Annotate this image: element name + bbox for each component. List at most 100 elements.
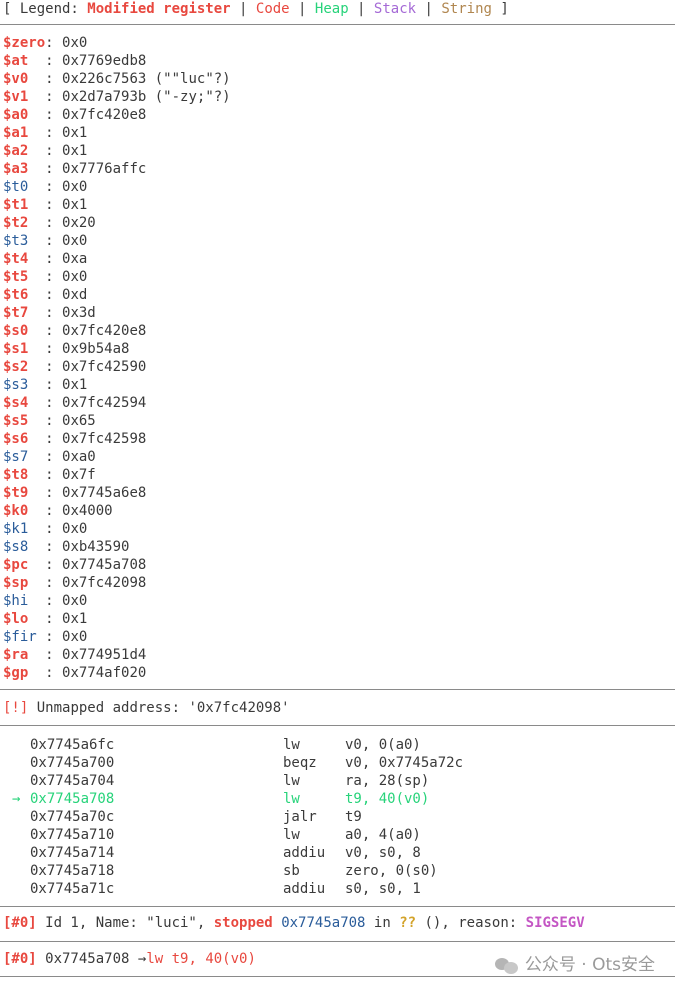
register-name: $a2: [3, 143, 29, 159]
instruction-opcode: lw: [283, 791, 300, 807]
register-value: 0x226c7563: [62, 71, 147, 87]
instruction-row: 0x7745a71c addiu s0, s0, 1: [0, 880, 675, 898]
instruction-row: 0x7745a700 beqz v0, 0x7745a72c: [0, 754, 675, 772]
instruction-row: 0x7745a710 lw a0, 4(a0): [0, 826, 675, 844]
register-row: $t6 : 0xd: [0, 286, 675, 304]
register-pad: [28, 269, 45, 285]
register-row: $s5 : 0x65: [0, 412, 675, 430]
register-pad: [28, 233, 45, 249]
register-name: $t3: [3, 233, 29, 249]
register-row: $a0 : 0x7fc420e8: [0, 106, 675, 124]
register-colon: :: [45, 197, 63, 213]
legend-suffix: ]: [491, 1, 509, 17]
thread-reason: SIGSEGV: [525, 915, 585, 931]
register-value: 0x7fc42598: [62, 431, 147, 447]
trace-address: 0x7745a708: [36, 951, 138, 967]
register-value: 0x1: [62, 125, 88, 141]
instruction-address: 0x7745a70c: [30, 809, 115, 825]
instruction-opcode: jalr: [283, 809, 317, 825]
register-value: 0x20: [62, 215, 96, 231]
register-name: $s6: [3, 431, 29, 447]
register-colon: :: [45, 215, 63, 231]
register-row: $fir : 0x0: [0, 628, 675, 646]
thread-space: [273, 915, 281, 931]
warning-text: Unmapped address: '0x7fc42098': [28, 700, 290, 716]
register-row: $t9 : 0x7745a6e8: [0, 484, 675, 502]
register-row: $t3 : 0x0: [0, 232, 675, 250]
register-colon: :: [45, 269, 63, 285]
register-pad: [28, 125, 45, 141]
instruction-operands: ra, 28(sp): [345, 773, 430, 789]
instruction-opcode: lw: [283, 737, 300, 753]
register-value: 0x1: [62, 143, 88, 159]
register-pad: [28, 143, 45, 159]
instruction-address: 0x7745a708: [30, 791, 115, 807]
instruction-operands: t9, 40(v0): [345, 791, 430, 807]
instruction-operands: t9: [345, 809, 362, 825]
register-row: $k1 : 0x0: [0, 520, 675, 538]
register-value: 0x774951d4: [62, 647, 147, 663]
trace-instruction: lw t9, 40(v0): [146, 951, 256, 967]
register-name: $t7: [3, 305, 29, 321]
register-value: 0x7fc42594: [62, 395, 147, 411]
register-pad: [28, 467, 45, 483]
thread-panel: [#0] Id 1, Name: "luci", stopped 0x7745a…: [0, 907, 675, 941]
legend-divider: |: [416, 1, 442, 17]
register-value: 0xb43590: [62, 539, 130, 555]
instruction-operands: a0, 4(a0): [345, 827, 421, 843]
instruction-row: 0x7745a714 addiu v0, s0, 8: [0, 844, 675, 862]
register-name: $s3: [3, 377, 29, 393]
register-colon: :: [45, 665, 63, 681]
register-name: $sp: [3, 575, 29, 591]
register-colon: :: [45, 395, 63, 411]
register-colon: :: [45, 53, 63, 69]
register-value: 0x7f: [62, 467, 96, 483]
register-pad: [28, 575, 45, 591]
instruction-row: 0x7745a6fc lw v0, 0(a0): [0, 736, 675, 754]
register-pad: [28, 539, 45, 555]
register-name: $zero: [3, 35, 46, 51]
register-panel: $zero: 0x0 $at : 0x7769edb8 $v0 : 0x226c75…: [0, 25, 675, 689]
register-row: $s7 : 0xa0: [0, 448, 675, 466]
instruction-opcode: lw: [283, 773, 300, 789]
register-colon: :: [45, 467, 63, 483]
register-row: $t2 : 0x20: [0, 214, 675, 232]
legend-divider: |: [348, 1, 374, 17]
instruction-address: 0x7745a718: [30, 863, 115, 879]
register-name: $a0: [3, 107, 29, 123]
register-value: 0x7fc42590: [62, 359, 147, 375]
thread-id: Id 1, Name: "luci",: [36, 915, 214, 931]
legend-code: Code: [255, 1, 290, 17]
register-name: $k1: [3, 521, 29, 537]
warning-panel: [!] Unmapped address: '0x7fc42098': [0, 690, 675, 725]
register-name: $s8: [3, 539, 29, 555]
register-colon: :: [45, 593, 63, 609]
register-row: $s4 : 0x7fc42594: [0, 394, 675, 412]
register-value: 0x9b54a8: [62, 341, 130, 357]
register-colon: :: [45, 161, 63, 177]
register-row: $k0 : 0x4000: [0, 502, 675, 520]
register-pad: [28, 377, 45, 393]
register-row: $v1 : 0x2d7a793b ("-zy;"?): [0, 88, 675, 106]
register-colon: :: [45, 179, 63, 195]
register-pad: [28, 503, 45, 519]
register-colon: :: [45, 251, 63, 267]
register-value: 0xa: [62, 251, 88, 267]
thread-reason-label: (), reason:: [416, 915, 526, 931]
warning-tag: [!]: [3, 700, 29, 716]
register-row: $a2 : 0x1: [0, 142, 675, 160]
register-name: $at: [3, 53, 29, 69]
register-pad: [28, 359, 45, 375]
instruction-opcode: beqz: [283, 755, 317, 771]
watermark: 公众号 · Ots安全: [494, 956, 655, 974]
register-name: $ra: [3, 647, 29, 663]
register-name: $s2: [3, 359, 29, 375]
register-colon: :: [45, 89, 63, 105]
register-colon: :: [45, 377, 63, 393]
register-colon: :: [45, 35, 63, 51]
register-colon: :: [45, 107, 63, 123]
register-name: $s0: [3, 323, 29, 339]
register-name: $gp: [3, 665, 29, 681]
register-string-hint: ("-zy;"?): [154, 89, 231, 105]
thread-line: [#0] Id 1, Name: "luci", stopped 0x7745a…: [0, 914, 675, 932]
